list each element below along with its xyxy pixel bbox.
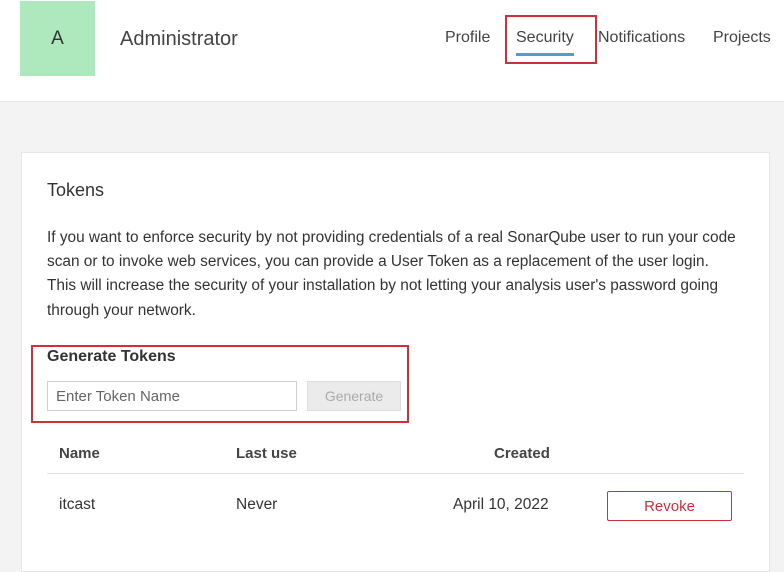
tab-security[interactable]: Security: [516, 29, 574, 56]
table-header-divider: [47, 473, 744, 474]
tokens-description: If you want to enforce security by not p…: [47, 229, 736, 319]
tokens-title: Tokens: [47, 180, 105, 200]
column-header-name: Name: [59, 445, 100, 462]
tab-profile[interactable]: Profile: [445, 29, 490, 47]
generate-button[interactable]: Generate: [307, 381, 401, 411]
revoke-button[interactable]: Revoke: [607, 491, 732, 521]
tab-notifications[interactable]: Notifications: [598, 29, 685, 47]
page-header: A Administrator Profile Security Notific…: [0, 0, 784, 102]
column-header-created: Created: [494, 445, 550, 462]
user-name: Administrator: [120, 28, 238, 50]
token-name-input[interactable]: [47, 381, 297, 411]
tokens-card: Tokens If you want to enforce security b…: [21, 152, 770, 572]
token-created-cell: April 10, 2022: [453, 496, 549, 513]
token-name-cell: itcast: [59, 496, 96, 513]
avatar: A: [20, 1, 95, 76]
token-last-use-cell: Never: [236, 496, 278, 513]
generate-tokens-title: Generate Tokens: [47, 348, 176, 365]
tab-projects[interactable]: Projects: [713, 29, 771, 47]
column-header-last-use: Last use: [236, 445, 297, 462]
